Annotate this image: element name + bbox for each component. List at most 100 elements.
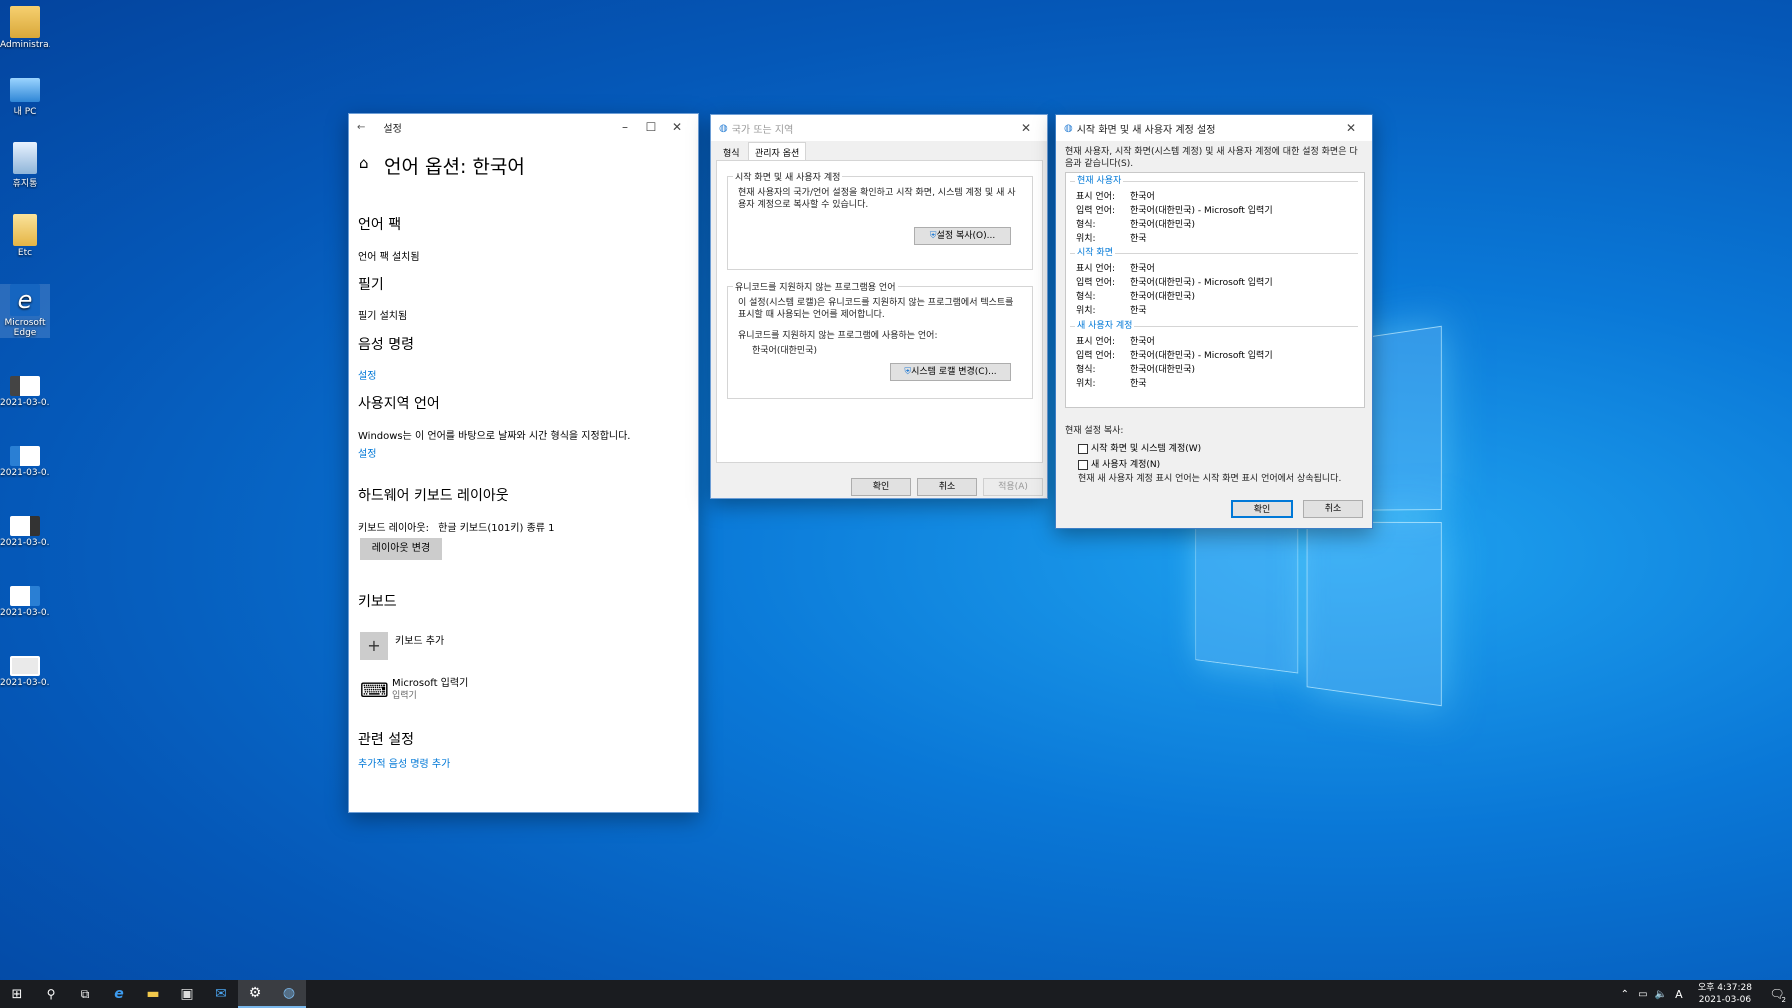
taskbar-mail[interactable]: ✉ bbox=[204, 980, 238, 1008]
tab-format[interactable]: 형식 bbox=[717, 144, 746, 161]
ime-indicator[interactable]: A bbox=[1670, 980, 1688, 1008]
handwriting-heading: 필기 bbox=[358, 277, 384, 293]
settings-summary-box: 현재 사용자 표시 언어: 한국어 입력 언어: 한국어(대한민국) - Micro… bbox=[1065, 172, 1365, 408]
action-center-button[interactable]: 🗨 2 bbox=[1762, 980, 1792, 1008]
desktop-icon-etc[interactable]: Etc bbox=[0, 214, 50, 258]
windows-icon: ⊞ bbox=[11, 986, 23, 1002]
desktop-icon-edge[interactable]: e Microsoft Edge bbox=[0, 284, 50, 338]
tab-admin[interactable]: 관리자 옵션 bbox=[748, 142, 807, 162]
change-system-locale-button[interactable]: ⛨시스템 로캘 변경(C)... bbox=[890, 363, 1011, 381]
add-keyboard-label: 키보드 추가 bbox=[395, 636, 445, 647]
row-format: 형식: 한국어(대한민국) bbox=[1076, 292, 1195, 302]
start-button[interactable]: ⊞ bbox=[0, 980, 34, 1008]
keyboard-layout-label: 키보드 레이아웃: bbox=[358, 523, 429, 534]
row-input-language: 입력 언어: 한국어(대한민국) - Microsoft 입력기 bbox=[1076, 351, 1273, 361]
keyboard-layout-value: 한글 키보드(101키) 종류 1 bbox=[438, 523, 555, 534]
welcome-window-title: 시작 화면 및 새 사용자 계정 설정 bbox=[1076, 124, 1216, 136]
section-new-user: 새 사용자 계정 표시 언어: 한국어 입력 언어: 한국어(대한민국) - Mic… bbox=[1066, 318, 1364, 390]
cancel-button[interactable]: 취소 bbox=[917, 478, 977, 496]
close-button[interactable]: ✕ bbox=[1338, 121, 1364, 135]
network-icon: ▭ bbox=[1638, 988, 1648, 1000]
checkbox-new-user[interactable]: 새 사용자 계정(N) bbox=[1078, 457, 1160, 470]
ok-button[interactable]: 확인 bbox=[851, 478, 911, 496]
notification-count: 2 bbox=[1781, 996, 1786, 1004]
row-format: 형식: 한국어(대한민국) bbox=[1076, 220, 1195, 230]
keyboard-icon: ⌨ bbox=[360, 678, 389, 702]
network-button[interactable]: ▭ bbox=[1634, 980, 1652, 1008]
close-button[interactable]: ✕ bbox=[1013, 121, 1039, 135]
minimize-button[interactable]: – bbox=[612, 120, 638, 134]
settings-window: ← 설정 – ☐ ✕ ⌂ 언어 옵션: 한국어 언어 팩 언어 팩 설치됨 필기… bbox=[348, 113, 699, 813]
add-speech-command-link[interactable]: 추가적 음성 명령 추가 bbox=[358, 755, 450, 770]
mail-icon: ✉ bbox=[215, 986, 227, 1002]
settings-titlebar: ← 설정 – ☐ ✕ bbox=[349, 114, 698, 140]
unicode-group-label: 유니코드를 지원하지 않는 프로그램용 언어 bbox=[733, 280, 898, 293]
ime-name: Microsoft 입력기 bbox=[392, 678, 469, 689]
ime-type: 입력기 bbox=[392, 691, 417, 701]
volume-icon: 🔈 bbox=[1654, 988, 1668, 1000]
clock[interactable]: 오후 4:37:28 2021-03-06 bbox=[1688, 982, 1762, 1006]
copy-settings-button[interactable]: ⛨설정 복사(O)... bbox=[914, 227, 1011, 245]
tab-panel: 시작 화면 및 새 사용자 계정 현재 사용자의 국가/언어 설정을 확인하고 … bbox=[716, 160, 1043, 463]
globe-icon: ◍ bbox=[719, 122, 728, 134]
row-location: 위치: 한국 bbox=[1076, 306, 1147, 316]
volume-button[interactable]: 🔈 bbox=[1652, 980, 1670, 1008]
cancel-button[interactable]: 취소 bbox=[1303, 500, 1363, 518]
tab-format-label: 형식 bbox=[723, 149, 740, 159]
chevron-up-icon: ⌃ bbox=[1620, 988, 1630, 1000]
maximize-button[interactable]: ☐ bbox=[638, 120, 664, 134]
home-icon[interactable]: ⌂ bbox=[359, 154, 369, 172]
ok-button[interactable]: 확인 bbox=[1231, 500, 1293, 518]
change-layout-button[interactable]: 레이아웃 변경 bbox=[360, 538, 442, 560]
taskbar-store[interactable]: ▣ bbox=[170, 980, 204, 1008]
inherit-note: 현재 새 사용자 계정 표시 언어는 시작 화면 표시 언어에서 상속됩니다. bbox=[1078, 474, 1342, 484]
copy-settings-label: 설정 복사(O)... bbox=[936, 231, 996, 241]
desktop-icon-screenshot-4[interactable]: 2021-03-0... bbox=[0, 576, 50, 618]
desktop-icon-this-pc[interactable]: 내 PC bbox=[0, 72, 50, 117]
desktop-icon-screenshot-1[interactable]: 2021-03-0... bbox=[0, 366, 50, 408]
row-input-language: 입력 언어: 한국어(대한민국) - Microsoft 입력기 bbox=[1076, 278, 1273, 288]
task-view-button[interactable]: ⧉ bbox=[68, 980, 102, 1008]
user-folder-icon bbox=[10, 6, 40, 38]
task-view-icon: ⧉ bbox=[80, 986, 90, 1001]
desktop-icon-screenshot-5[interactable]: 2021-03-0... bbox=[0, 646, 50, 688]
ime-item[interactable]: ⌨ Microsoft 입력기 입력기 bbox=[360, 674, 610, 708]
taskbar: ⊞ ⚲ ⧉ e ▬ ▣ ✉ ⚙ ◍ ⌃ ▭ 🔈 A 오후 4:37:28 202… bbox=[0, 980, 1792, 1008]
shield-icon: ⛨ bbox=[929, 231, 937, 241]
add-keyboard-button[interactable]: + 키보드 추가 bbox=[360, 632, 560, 660]
row-location: 위치: 한국 bbox=[1076, 234, 1147, 244]
taskbar-settings[interactable]: ⚙ bbox=[238, 980, 272, 1008]
computer-icon bbox=[10, 78, 40, 102]
taskbar-control-panel[interactable]: ◍ bbox=[272, 980, 306, 1008]
taskbar-file-explorer[interactable]: ▬ bbox=[136, 980, 170, 1008]
desktop-icon-screenshot-2[interactable]: 2021-03-0... bbox=[0, 436, 50, 478]
desktop-icon-screenshot-3[interactable]: 2021-03-0... bbox=[0, 506, 50, 548]
related-settings-heading: 관련 설정 bbox=[358, 732, 414, 748]
image-file-icon bbox=[10, 376, 40, 396]
language-pack-heading: 언어 팩 bbox=[358, 217, 402, 233]
desktop-icon-recycle-bin[interactable]: 휴지통 bbox=[0, 142, 50, 189]
apply-button[interactable]: 적용(A) bbox=[983, 478, 1043, 496]
close-button[interactable]: ✕ bbox=[664, 120, 690, 134]
globe-icon: ◍ bbox=[282, 985, 296, 1001]
copy-settings-label: 현재 설정 복사: bbox=[1065, 426, 1124, 436]
globe-icon: ◍ bbox=[1064, 122, 1073, 134]
change-locale-label: 시스템 로캘 변경(C)... bbox=[911, 367, 997, 377]
welcome-group-label: 시작 화면 및 새 사용자 계정 bbox=[733, 170, 843, 183]
image-file-icon bbox=[10, 656, 40, 676]
checkbox-label: 시작 화면 및 시스템 계정(W) bbox=[1091, 444, 1202, 454]
image-file-icon bbox=[10, 446, 40, 466]
region-titlebar: ◍ 국가 또는 지역 ✕ bbox=[711, 115, 1047, 141]
current-language-value: 한국어(대한민국) bbox=[752, 346, 817, 356]
show-hidden-icons-button[interactable]: ⌃ bbox=[1616, 980, 1634, 1008]
regional-settings-link[interactable]: 설정 bbox=[358, 445, 376, 460]
region-window-title: 국가 또는 지역 bbox=[731, 124, 794, 136]
image-file-icon bbox=[10, 586, 40, 606]
desktop-icon-user-folder[interactable]: Administra... bbox=[0, 6, 50, 50]
back-arrow-icon[interactable]: ← bbox=[357, 122, 365, 133]
taskbar-edge[interactable]: e bbox=[102, 980, 136, 1008]
checkbox-welcome-system[interactable]: 시작 화면 및 시스템 계정(W) bbox=[1078, 441, 1201, 454]
search-button[interactable]: ⚲ bbox=[34, 980, 68, 1008]
image-file-icon bbox=[10, 516, 40, 536]
speech-settings-link[interactable]: 설정 bbox=[358, 367, 376, 382]
